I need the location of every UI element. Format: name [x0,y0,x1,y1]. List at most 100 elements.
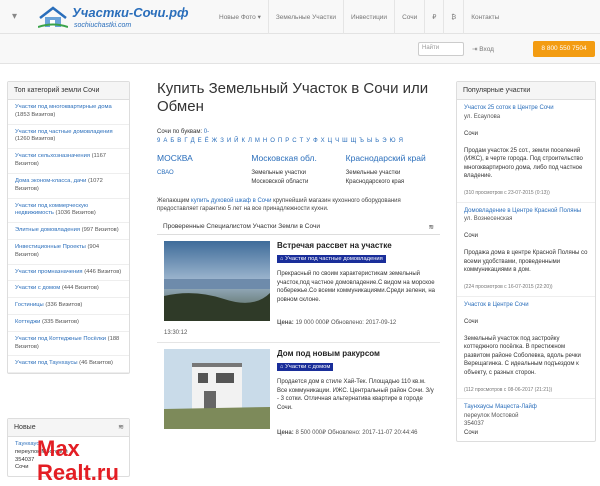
letter-link[interactable]: Д [191,138,195,144]
letter-link[interactable]: Ф [313,138,318,144]
listing-category-badge[interactable]: ⌂ Участки с домом [277,363,334,371]
main-content: Купить Земельный Участок в Сочи или Обме… [157,80,440,453]
listing-title[interactable]: Встречая рассвет на участке [277,241,392,250]
nav-contacts[interactable]: Контакты [464,0,506,34]
category-item[interactable]: Элитные домовладения (997 Визитов) [8,223,129,240]
nav-land-plots[interactable]: Земельные Участки [269,0,344,34]
promo-pre: Желающим [157,198,192,204]
category-item[interactable]: Участки с домом (444 Визитов) [8,281,129,299]
category-link[interactable]: Участки сельхозназначения [15,153,90,159]
letter-link[interactable]: Г [184,138,187,144]
hamburger-icon[interactable]: ▾ [12,11,17,22]
listing-photo-sunrise[interactable] [164,241,270,321]
search-input[interactable]: Найти [418,42,464,56]
letter-link[interactable]: Ш [342,138,348,144]
letter-link[interactable]: Ь [375,138,379,144]
nav-ruble-icon[interactable]: ₽ [425,0,445,34]
popular-address: ул. Есаулова [464,113,501,120]
letter-link[interactable]: П [278,138,282,144]
nav-bitcoin-icon[interactable]: ₿ [444,0,465,34]
letter-link[interactable]: З [220,138,224,144]
category-item[interactable]: Участки под Коттеджные Посёлки (188 Визи… [8,332,129,357]
category-link[interactable]: Участки под Коттеджные Посёлки [15,336,106,342]
letter-link[interactable]: В [177,138,181,144]
category-item[interactable]: Дома эконом-класса, дачи (1072 Визитов) [8,174,129,199]
category-item[interactable]: Участки под коммерческую недвижимость (1… [8,199,129,224]
letter-link[interactable]: Ц [328,138,332,144]
popular-link[interactable]: Участок в Центре Сочи [464,302,529,308]
category-link[interactable]: Инвестиционные Проекты [15,244,86,250]
category-link[interactable]: Участки под частные домовладения [15,129,113,135]
letter-link[interactable]: А [163,138,167,144]
letter-link[interactable]: Щ [351,138,357,144]
popular-link[interactable]: Таунхаусы Мацеста-Лайф [464,404,537,410]
category-link[interactable]: Участки под многоквартирные дома [15,104,112,110]
site-logo[interactable]: Участки-Сочи.рф sochiuchastki.com [38,3,208,33]
badge-label: Участки с домом [285,364,331,370]
listing-title[interactable]: Дом под новым ракурсом [277,349,380,358]
region-text: Краснодарского края [345,179,405,185]
popular-city: Сочи [464,130,479,137]
popular-link[interactable]: Домовладение в Центре Красной Поляны [464,208,581,214]
letter-link[interactable]: С [292,138,296,144]
letter-link[interactable]: К [241,138,245,144]
alphabet-label: Сочи по буквам: [157,129,203,135]
login-link[interactable]: ⇥ Вход [472,45,494,53]
category-link[interactable]: Элитные домовладения [15,227,80,233]
promo-link[interactable]: купить духовой шкаф в Сочи [191,198,271,204]
letter-link[interactable]: Р [285,138,289,144]
letter-link[interactable]: Ё [205,138,209,144]
phone-button[interactable]: 8 800 550 7504 [533,41,595,57]
category-item[interactable]: Участки под Таунхаусы (46 Визитов) [8,356,129,374]
popular-link[interactable]: Участок 25 соток в Центре Сочи [464,105,554,111]
category-link[interactable]: Участки промназначения [15,269,83,275]
category-link[interactable]: Участки с домом [15,285,60,291]
nav-new-photos[interactable]: Новые Фото ▾ [212,0,269,34]
category-link[interactable]: Гостиницы [15,302,44,308]
category-item[interactable]: Инвестиционные Проекты (904 Визитов) [8,240,129,265]
new-listing-link[interactable]: Таунхаус [15,441,39,447]
rss-icon[interactable]: ≋ [429,223,434,231]
letter-link[interactable]: Н [263,138,267,144]
region-link[interactable]: СВАО [157,170,174,176]
panel-header: Топ категорий земли Сочи [8,82,129,100]
letter-link[interactable]: Й [234,138,238,144]
letter-link[interactable]: И [227,138,231,144]
letter-link[interactable]: Х [321,138,325,144]
popular-desc: Продажа дома в центре Красной Поляны со … [464,250,588,273]
category-link[interactable]: Коттеджи [15,319,40,325]
letter-link[interactable]: Е [198,138,202,144]
letter-link[interactable]: Я [399,138,403,144]
category-item[interactable]: Участки промназначения (446 Визитов) [8,265,129,282]
letter-link[interactable]: О [270,138,275,144]
nav-investments[interactable]: Инвестиции [344,0,396,34]
letter-link[interactable]: Ъ [359,138,364,144]
listing-photo-house[interactable] [164,349,270,429]
category-item[interactable]: Коттеджи (335 Визитов) [8,315,129,332]
letter-link[interactable]: Л [248,138,252,144]
letter-link[interactable]: Ж [212,138,218,144]
letter-link[interactable]: М [255,138,260,144]
regions-row: МОСКВА СВАО Московская обл. Земельные уч… [157,154,440,187]
category-item[interactable]: Участки под частные домовладения (1260 В… [8,125,129,150]
letter-link[interactable]: Ч [335,138,339,144]
category-item[interactable]: Участки сельхозназначения (1167 Визитов) [8,149,129,174]
letter-link[interactable]: Т [300,138,304,144]
region-title[interactable]: Краснодарский край [346,154,440,163]
nav-sochi[interactable]: Сочи [395,0,426,34]
rss-icon[interactable]: ≋ [118,423,124,431]
listing-category-badge[interactable]: ⌂ Участки под частные домовладения [277,255,386,263]
category-count: (46 Визитов) [79,360,113,367]
region-title[interactable]: МОСКВА [157,154,251,163]
letter-link[interactable]: Б [170,138,174,144]
category-link[interactable]: Участки под Таунхаусы [15,360,78,366]
region-title[interactable]: Московская обл. [251,154,345,163]
letter-link[interactable]: Ы [367,138,372,144]
letter-link[interactable]: У [306,138,310,144]
category-count: (446 Визитов) [84,268,122,275]
letter-link[interactable]: Э [382,138,386,144]
category-link[interactable]: Дома эконом-класса, дачи [15,178,86,184]
letter-link[interactable]: Ю [390,138,396,144]
category-item[interactable]: Участки под многоквартирные дома (1853 В… [8,100,129,125]
category-item[interactable]: Гостиницы (336 Визитов) [8,298,129,315]
